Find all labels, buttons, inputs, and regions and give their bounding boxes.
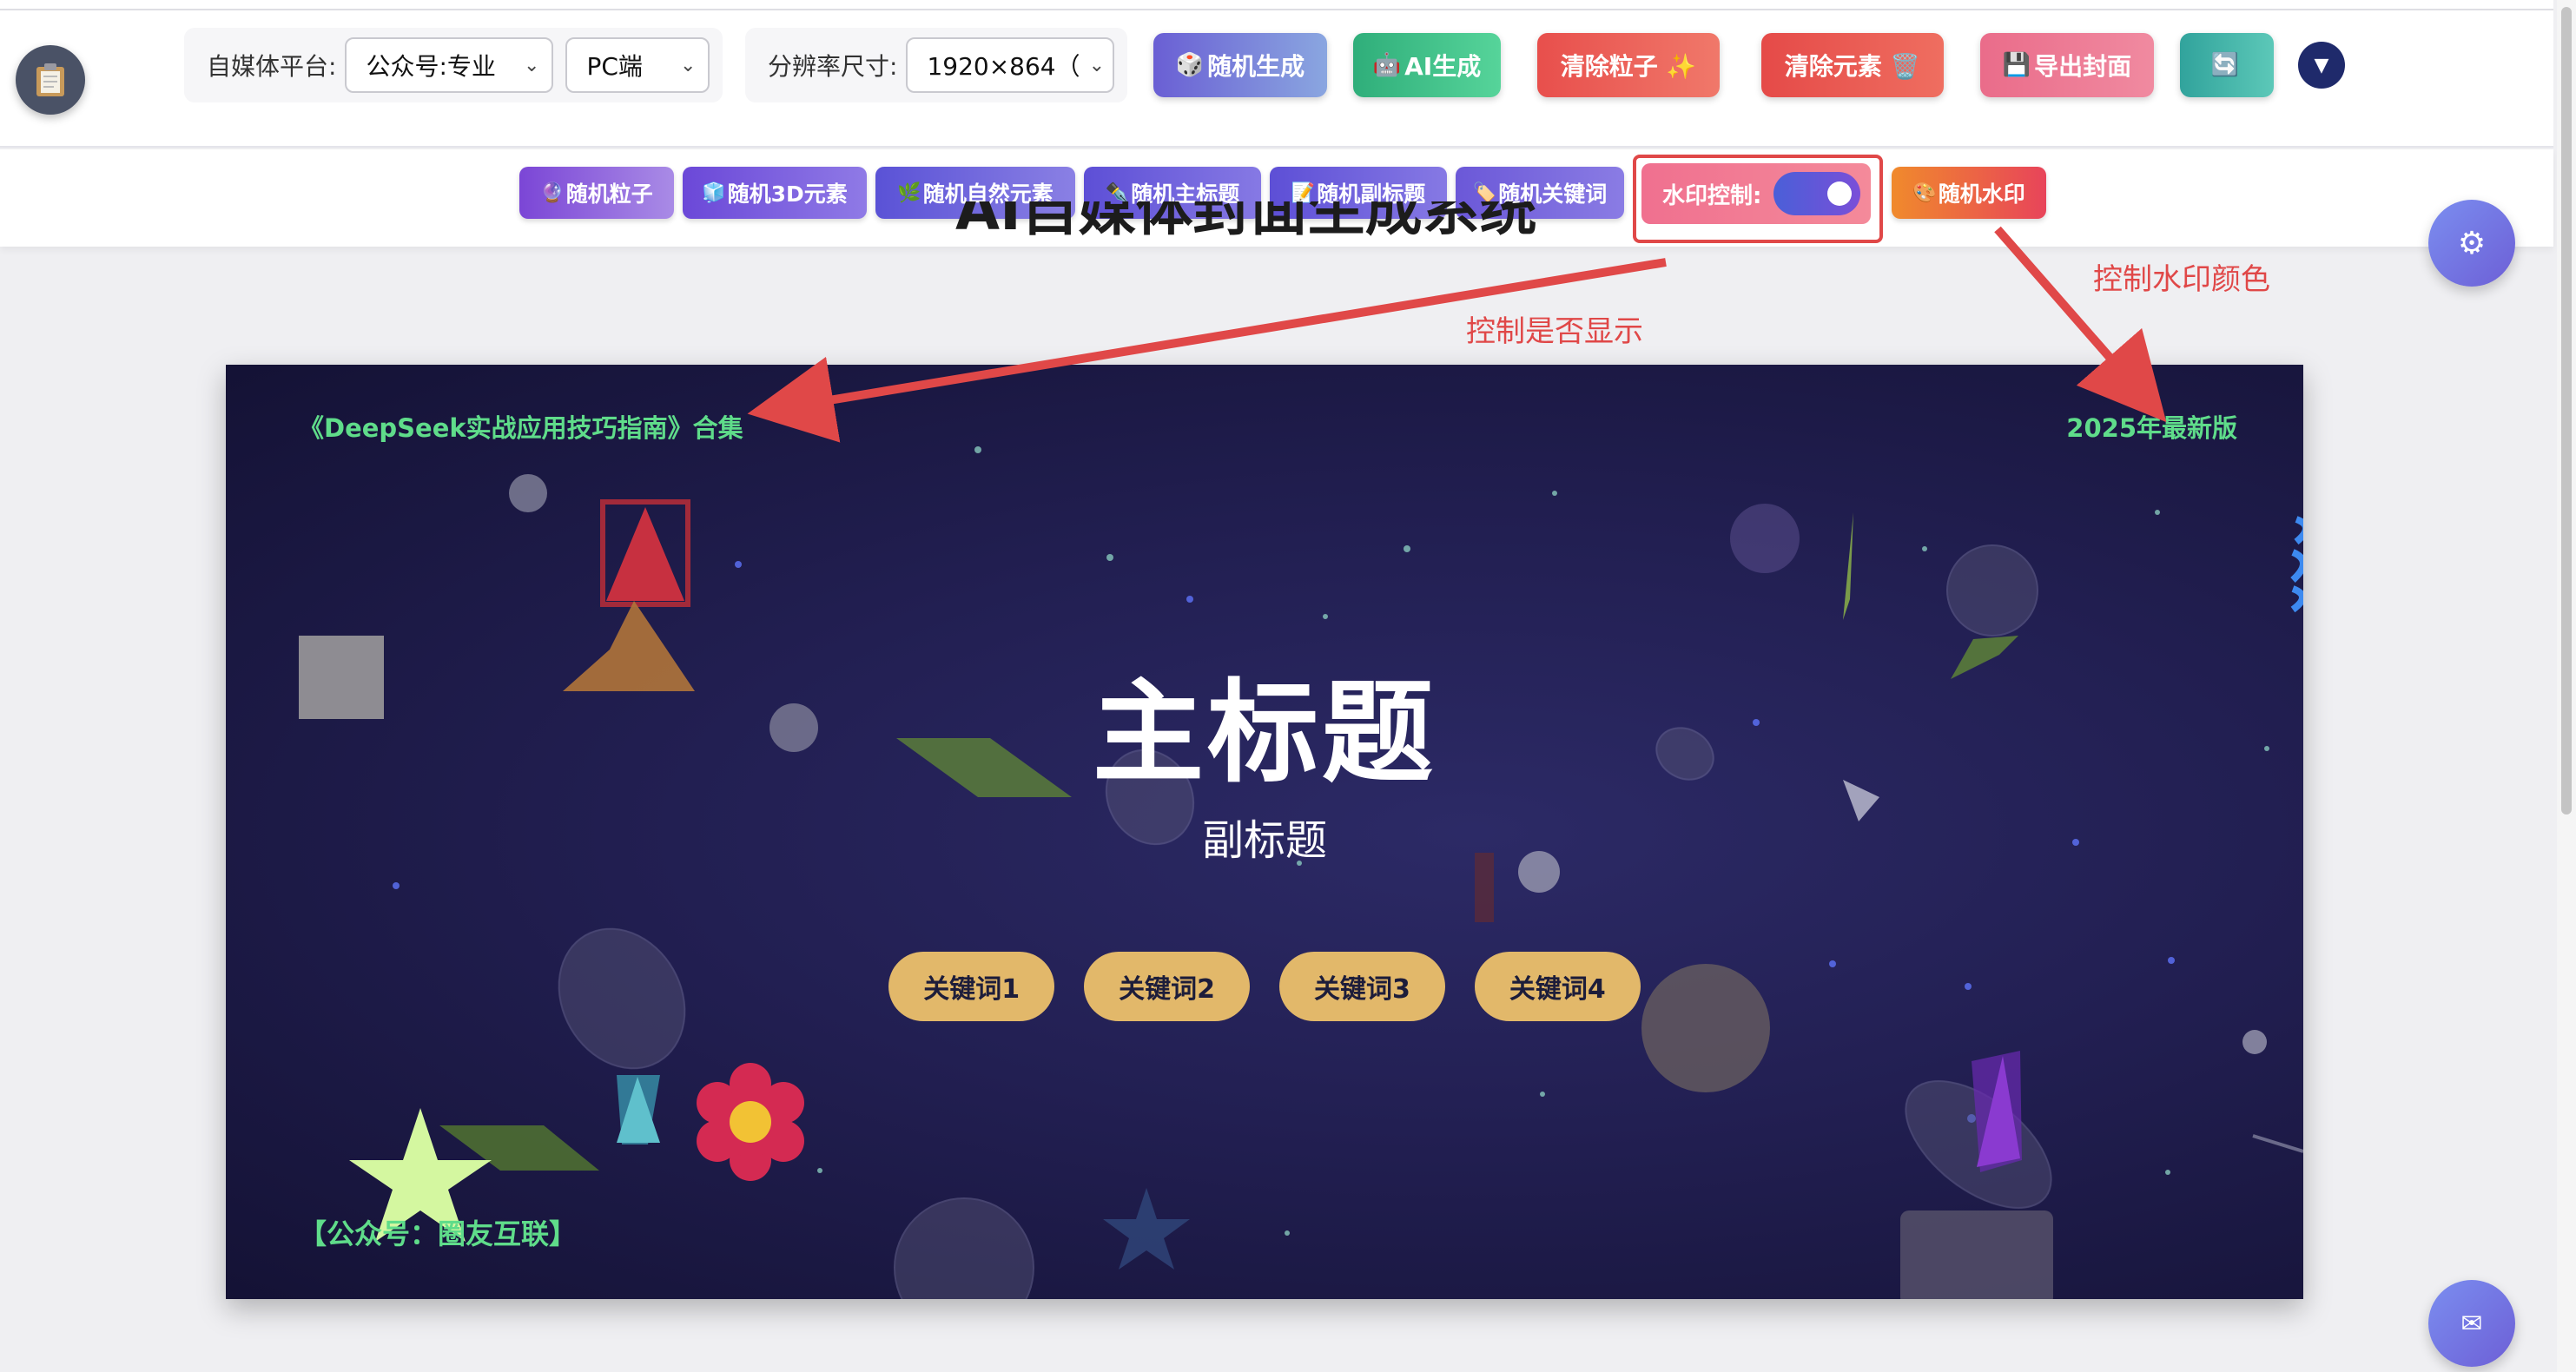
cube-icon: 🧊 — [702, 181, 726, 204]
refresh-icon: 🔄 — [2210, 52, 2240, 78]
random-generate-label: 随机生成 — [1207, 52, 1305, 81]
device-select-value: PC端 — [586, 52, 643, 81]
mail-icon: ✉ — [2460, 1308, 2483, 1339]
crystal-ball-icon: 🔮 — [540, 181, 565, 204]
resolution-group: 分辨率尺寸: 1920×864（ ⌄ — [745, 28, 1127, 102]
leaf-icon: 🌿 — [897, 181, 921, 204]
device-select[interactable]: PC端 ⌄ — [565, 37, 710, 93]
random-3d-button[interactable]: 🧊 随机3D元素 — [683, 167, 867, 219]
keyword-chip: 关键词3 — [1279, 952, 1445, 1021]
random-3d-label: 随机3D元素 — [727, 181, 848, 207]
ai-generate-label: AI生成 — [1404, 52, 1482, 81]
robot-icon: 🤖 — [1372, 52, 1402, 78]
clipboard-icon — [36, 63, 64, 96]
clear-particles-button[interactable]: 清除粒子 ✨ — [1537, 33, 1720, 97]
platform-group: 自媒体平台: 公众号:专业 ⌄ PC端 ⌄ — [184, 28, 723, 102]
watermark-control: 水印控制: — [1641, 163, 1871, 224]
platform-select-value: 公众号:专业 — [366, 52, 496, 81]
annotation-show-control: 控制是否显示 — [1466, 314, 1643, 349]
watermark-control-label: 水印控制: — [1662, 182, 1762, 209]
chevron-down-icon: ⌄ — [1088, 54, 1106, 76]
clear-elements-button[interactable]: 清除元素 🗑️ — [1761, 33, 1944, 97]
settings-button[interactable]: ⚙ — [2428, 200, 2515, 287]
gear-icon: ⚙ — [2457, 225, 2487, 261]
random-particles-button[interactable]: 🔮 随机粒子 — [519, 167, 674, 219]
random-watermark-button[interactable]: 🎨 随机水印 — [1892, 167, 2046, 219]
platform-select[interactable]: 公众号:专业 ⌄ — [345, 37, 554, 93]
clear-elements-label: 清除元素 🗑️ — [1784, 52, 1921, 81]
scrollbar[interactable] — [2557, 0, 2576, 1372]
random-generate-button[interactable]: 🎲 随机生成 — [1153, 33, 1327, 97]
watermark-top-right: 2025年最新版 — [2066, 413, 2237, 443]
random-watermark-label: 随机水印 — [1938, 181, 2025, 207]
platform-label: 自媒体平台: — [207, 52, 337, 81]
chevron-down-icon: ⌄ — [680, 54, 697, 76]
resolution-select[interactable]: 1920×864（ ⌄ — [906, 37, 1115, 93]
refresh-button[interactable]: 🔄 — [2180, 33, 2274, 97]
export-cover-label: 导出封面 — [2034, 52, 2132, 81]
mail-button[interactable]: ✉ — [2428, 1280, 2515, 1367]
watermark-toggle[interactable] — [1773, 172, 1861, 215]
dice-icon: 🎲 — [1175, 52, 1205, 78]
cover-preview: 《DeepSeek实战应用技巧指南》合集 2025年最新版 【公众号：圈友互联】… — [226, 365, 2303, 1299]
keyword-chip: 关键词4 — [1474, 952, 1641, 1021]
top-edge — [0, 9, 2553, 10]
keyword-chip: 关键词1 — [888, 952, 1055, 1021]
resolution-select-value: 1920×864（ — [927, 52, 1080, 81]
cover-main-title: 主标题 — [1092, 669, 1437, 798]
toggle-knob — [1827, 181, 1853, 206]
watermark-bottom-left: 【公众号：圈友互联】 — [299, 1217, 578, 1250]
triangle-down-icon[interactable]: ▼ — [2298, 42, 2345, 89]
scrollbar-thumb[interactable] — [2561, 7, 2572, 815]
page-title: AI自媒体封面生成系统 — [955, 201, 1537, 243]
keyword-row: 关键词1 关键词2 关键词3 关键词4 — [226, 952, 2303, 1021]
floppy-icon: 💾 — [2002, 52, 2031, 78]
ai-generate-button[interactable]: 🤖 AI生成 — [1353, 33, 1501, 97]
chevron-down-icon: ⌄ — [524, 54, 540, 76]
resolution-label: 分辨率尺寸: — [768, 52, 898, 81]
watermark-top-left: 《DeepSeek实战应用技巧指南》合集 — [299, 413, 743, 443]
palette-icon: 🎨 — [1912, 181, 1937, 204]
random-particles-label: 随机粒子 — [565, 181, 653, 207]
memo-icon: 📝 — [1291, 181, 1316, 204]
tag-icon: 🏷️ — [1472, 181, 1497, 204]
annotation-color-control: 控制水印颜色 — [2093, 262, 2270, 297]
export-cover-button[interactable]: 💾 导出封面 — [1980, 33, 2154, 97]
cover-sub-title: 副标题 — [1201, 816, 1327, 865]
keyword-chip: 关键词2 — [1084, 952, 1250, 1021]
clipboard-button[interactable] — [16, 45, 85, 115]
pen-icon: ✒️ — [1105, 181, 1130, 204]
clear-particles-label: 清除粒子 ✨ — [1560, 52, 1697, 81]
